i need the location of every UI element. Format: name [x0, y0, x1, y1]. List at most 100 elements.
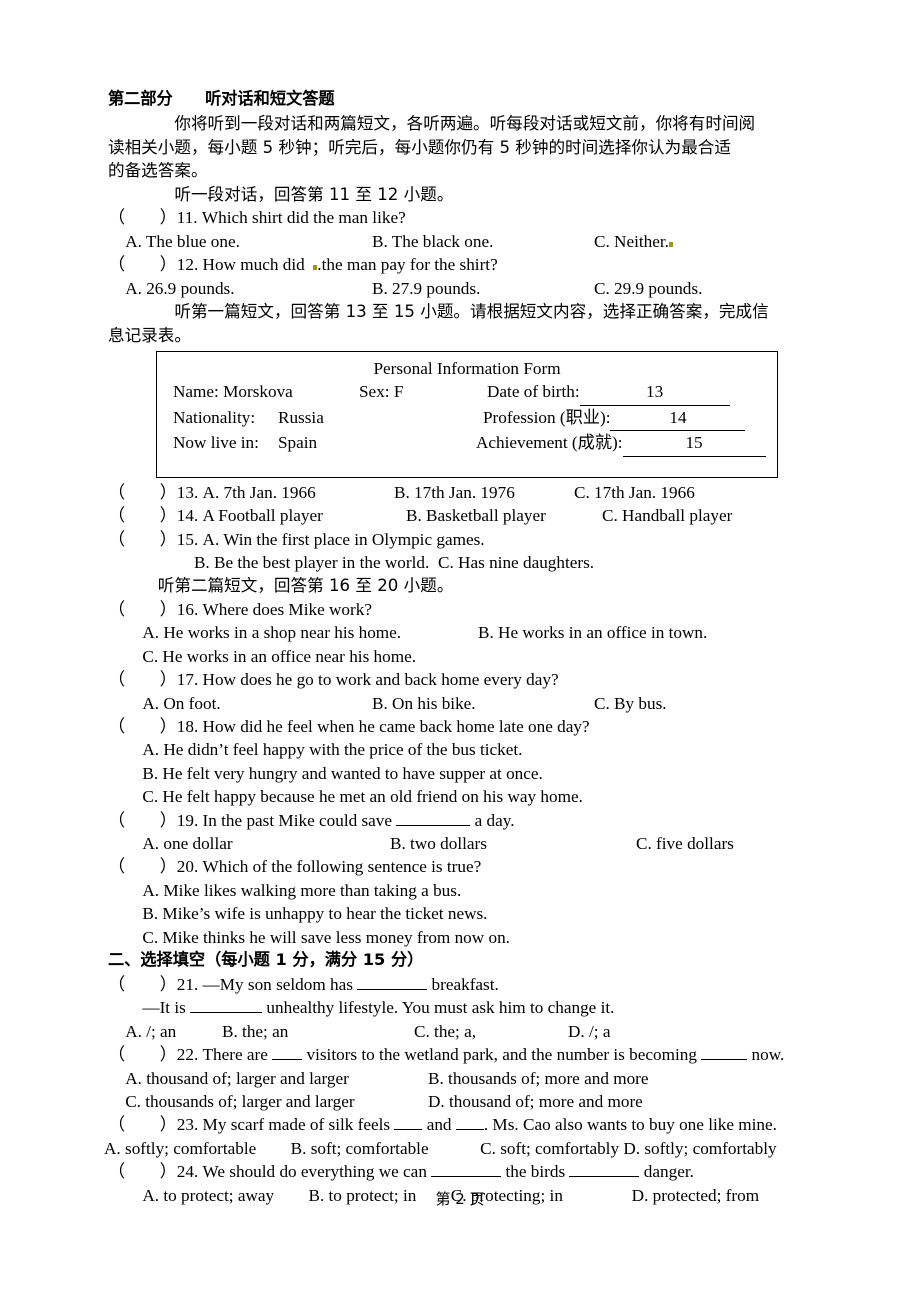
q22-option-d[interactable]: D. thousand of; more and more [428, 1092, 643, 1111]
passage1-prompt-line-2: 息记录表。 [108, 325, 191, 345]
q24-stem-mid: the birds [501, 1162, 570, 1182]
q21-line2-pre: —It is [108, 998, 191, 1018]
form-row: Nationality: Russia Profession (职业): 14 [157, 406, 777, 432]
form-profession-label: Profession (职业): [483, 407, 611, 427]
q19-option-a[interactable]: A. one dollar [108, 832, 390, 855]
question-11-options: A. The blue one. B. The black one. C. Neit… [108, 230, 810, 253]
question-21-stem: （ ）21. —My son seldom has breakfast. [108, 973, 810, 996]
form-achievement-label: Achievement (成就): [476, 433, 623, 453]
q22-blank-2[interactable] [701, 1045, 748, 1061]
q12-stem-post: .the man pay for the shirt? [317, 255, 498, 275]
q12-option-c[interactable]: C. 29.9 pounds. [594, 279, 702, 298]
q14-option-b[interactable]: B. Basketball player [406, 504, 602, 527]
question-16-option-c[interactable]: C. He works in an office near his home. [108, 645, 810, 668]
question-18-option-b[interactable]: B. He felt very hungry and wanted to hav… [108, 762, 810, 785]
q21-option-a[interactable]: A. /; an [108, 1020, 222, 1043]
q22-option-b[interactable]: B. thousands of; more and more [428, 1069, 649, 1088]
question-16-options-row1: A. He works in a shop near his home. B. H… [108, 621, 810, 644]
question-12-options: A. 26.9 pounds. B. 27.9 pounds. C. 29.9 po… [108, 277, 810, 300]
q22-stem-mid: visitors to the wetland park, and the nu… [302, 1045, 702, 1065]
q19-answer-blank[interactable] [396, 811, 471, 826]
form-achievement-value[interactable]: 15 [622, 431, 766, 457]
question-19-options: A. one dollar B. two dollars C. five dolla… [108, 832, 810, 855]
question-22-options-row2: C. thousands of; larger and larger D. tho… [108, 1090, 810, 1113]
q14-option-c[interactable]: C. Handball player [602, 506, 732, 525]
q19-stem-post: a day. [470, 810, 515, 830]
part2-heading: 二、选择填空（每小题 1 分，满分 15 分） [108, 950, 424, 969]
form-live-value: Spain [278, 433, 318, 453]
q15-option-c[interactable]: C. Has nine daughters. [438, 553, 594, 572]
q13-option-c[interactable]: C. 17th Jan. 1966 [574, 483, 695, 502]
question-14: （ ）14. A Football player B. Basketball pl… [108, 504, 810, 527]
form-dob-value[interactable]: 13 [579, 380, 730, 406]
question-18-option-a[interactable]: A. He didn’t feel happy with the price o… [108, 738, 810, 761]
question-15-stem: （ ）15. A. Win the first place in Olympic… [108, 529, 485, 549]
q12-option-a[interactable]: A. 26.9 pounds. [108, 277, 372, 300]
q23-stem-post: . Ms. Cao also wants to buy one like min… [483, 1115, 777, 1135]
q24-blank-2[interactable] [569, 1162, 640, 1178]
question-21-line2: —It is unhealthy lifestyle. You must ask… [108, 996, 810, 1019]
intro-line-3: 的备选答案。 [108, 161, 208, 181]
question-20-option-a[interactable]: A. Mike likes walking more than taking a… [108, 879, 810, 902]
question-23-stem: （ ）23. My scarf made of silk feels and .… [108, 1113, 810, 1136]
q22-blank-1[interactable] [272, 1045, 303, 1061]
question-11-stem: （ ）11. Which shirt did the man like? [108, 208, 406, 228]
q24-blank-1[interactable] [431, 1162, 502, 1178]
form-title: Personal Information Form [373, 359, 561, 379]
q11-option-c[interactable]: C. Neither. [594, 232, 669, 251]
q21-option-d[interactable]: D. /; a [568, 1022, 610, 1041]
q17-option-b[interactable]: B. On his bike. [372, 692, 594, 715]
q17-option-c[interactable]: C. By bus. [594, 694, 667, 713]
form-profession-value[interactable]: 14 [610, 406, 746, 432]
q19-option-b[interactable]: B. two dollars [390, 832, 636, 855]
q24-stem-pre: （ ）24. We should do everything we can [108, 1162, 432, 1182]
q22-option-a[interactable]: A. thousand of; larger and larger [108, 1067, 428, 1090]
passage1-prompt-line-1: 听第一篇短文，回答第 13 至 15 小题。请根据短文内容，选择正确答案，完成信 [108, 302, 769, 321]
form-live-label: Now live in: [173, 433, 259, 453]
question-20-option-b[interactable]: B. Mike’s wife is unhappy to hear the ti… [108, 902, 810, 925]
q11-option-a[interactable]: A. The blue one. [108, 230, 372, 253]
edit-mark-icon [313, 265, 318, 271]
page-footer: 第 2 页 [435, 1190, 485, 1208]
question-23-options[interactable]: A. softly; comfortable B. soft; comforta… [104, 1137, 810, 1160]
question-12-stem: （ ）12. How much did .the man pay for the… [108, 253, 810, 276]
question-20-stem: （ ）20. Which of the following sentence i… [108, 857, 482, 877]
question-20-option-c[interactable]: C. Mike thinks he will save less money f… [108, 926, 810, 949]
intro-line-1: 你将听到一段对话和两篇短文，各听两遍。听每段对话或短文前，你将有时间阅 [108, 114, 756, 133]
dialogue-prompt: 听一段对话，回答第 11 至 12 小题。 [108, 184, 454, 204]
q16-option-a[interactable]: A. He works in a shop near his home. [108, 621, 478, 644]
q16-option-b[interactable]: B. He works in an office in town. [478, 623, 707, 642]
question-18-stem: （ ）18. How did he feel when he came back… [108, 716, 590, 736]
q17-option-a[interactable]: A. On foot. [108, 692, 372, 715]
q13-option-b[interactable]: B. 17th Jan. 1976 [394, 481, 574, 504]
question-22-stem: （ ）22. There are visitors to the wetland… [108, 1043, 810, 1066]
q21-option-c[interactable]: C. the; a, [414, 1020, 568, 1043]
q12-stem-pre: （ ）12. How much did [108, 255, 314, 275]
q15-option-b[interactable]: B. Be the best player in the world. [108, 551, 438, 574]
q12-option-b[interactable]: B. 27.9 pounds. [372, 277, 594, 300]
q21-blank-2[interactable] [190, 998, 263, 1014]
form-sex-label: Sex: F [359, 382, 404, 402]
q14-stem: （ ）14. A Football player [108, 506, 323, 526]
question-22-options-row1: A. thousand of; larger and larger B. thou… [108, 1067, 810, 1090]
form-name-label: Name: Morskova [173, 382, 293, 402]
q21-option-b[interactable]: B. the; an [222, 1020, 414, 1043]
page-content: 第二部分 听对话和短文答题 你将听到一段对话和两篇短文，各听两遍。听每段对话或短… [104, 88, 810, 1207]
question-19-stem: （ ）19. In the past Mike could save a day… [108, 809, 810, 832]
question-16-stem: （ ）16. Where does Mike work? [108, 599, 372, 619]
q21-line2-post: unhealthy lifestyle. You must ask him to… [262, 998, 615, 1018]
q11-option-b[interactable]: B. The black one. [372, 230, 594, 253]
exam-page: 第二部分 听对话和短文答题 你将听到一段对话和两篇短文，各听两遍。听每段对话或短… [0, 0, 920, 1300]
q23-blank-2[interactable] [455, 1115, 484, 1131]
question-15-options: B. Be the best player in the world. C. Ha… [108, 551, 810, 574]
q23-blank-1[interactable] [394, 1115, 423, 1131]
form-dob-label: Date of birth: [487, 382, 580, 402]
q19-option-c[interactable]: C. five dollars [636, 834, 734, 853]
q23-stem-pre: （ ）23. My scarf made of silk feels [108, 1115, 395, 1135]
question-18-option-c[interactable]: C. He felt happy because he met an old f… [108, 785, 810, 808]
q22-option-c[interactable]: C. thousands of; larger and larger [108, 1090, 428, 1113]
q21-stem-post: breakfast. [427, 975, 499, 994]
q24-stem-post: danger. [639, 1162, 694, 1182]
passage2-prompt: 听第二篇短文，回答第 16 至 20 小题。 [108, 576, 454, 596]
q21-blank-1[interactable] [357, 975, 428, 990]
